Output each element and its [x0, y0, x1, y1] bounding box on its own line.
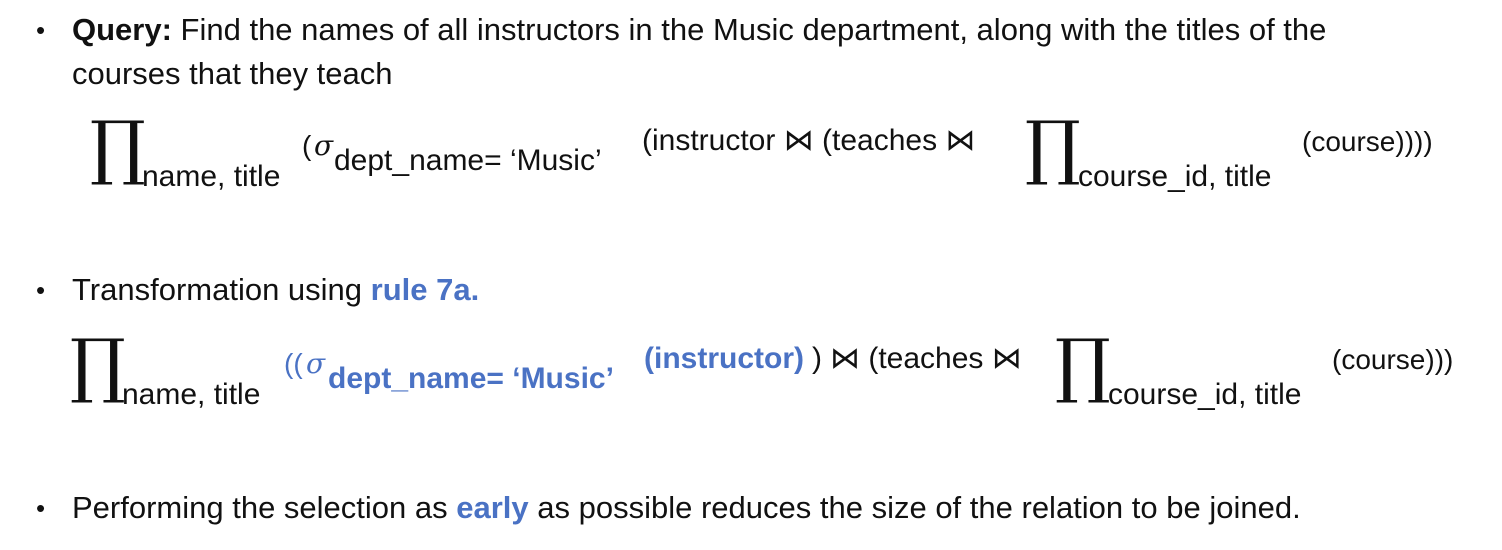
projection-attrs-2: course_id, title: [1078, 160, 1272, 193]
projection-symbol: ∏: [70, 324, 126, 406]
selection-condition: dept_name= ‘Music’: [328, 362, 614, 395]
selection-condition: dept_name= ‘Music’: [334, 144, 602, 177]
rule-reference: rule 7a.: [370, 272, 480, 307]
perf-suffix: as possible reduces the size of the rela…: [528, 490, 1301, 525]
perf-prefix: Performing the selection as: [72, 490, 457, 525]
transform-prefix: Transformation using: [72, 272, 371, 307]
transform-line: Transformation using rule 7a.: [72, 272, 479, 308]
bullet-1: •: [36, 15, 46, 45]
projection-attrs: name, title: [142, 160, 281, 193]
bullet-3: •: [36, 493, 46, 523]
bullet-2: •: [36, 275, 46, 305]
projection-attrs-2: course_id, title: [1108, 378, 1302, 411]
early-highlight: early: [456, 490, 529, 525]
selection-argument: (instructor): [644, 342, 804, 375]
query-line-1: Query: Find the names of all instructors…: [72, 12, 1326, 48]
open-parens: ((: [284, 348, 303, 379]
open-paren: (: [302, 130, 312, 161]
projection-attrs: name, title: [122, 378, 261, 411]
projection-symbol-2: ∏: [1055, 324, 1111, 406]
projection-symbol-2: ∏: [1025, 106, 1081, 188]
sigma-symbol: σ: [306, 347, 326, 380]
course-tail: (course)))): [1302, 126, 1433, 157]
query-text-2: courses that they teach: [72, 56, 393, 91]
query-text: Find the names of all instructors in the…: [171, 12, 1327, 47]
join-body: (instructor ⋈ (teaches ⋈: [642, 124, 976, 157]
query-label: Query:: [72, 12, 172, 47]
performance-line: Performing the selection as early as pos…: [72, 490, 1301, 526]
sigma-symbol: σ: [314, 129, 334, 162]
join-body: ⋈ (teaches ⋈: [830, 342, 1022, 375]
course-tail: (course))): [1332, 344, 1454, 375]
query-line-2: courses that they teach: [72, 56, 393, 92]
close-paren: ): [812, 342, 822, 375]
expression-transformed: ∏ name, title (( σ dept_name= ‘Music’ (i…: [70, 328, 1490, 418]
expression-original: ∏ name, title ( σ dept_name= ‘Music’ (in…: [90, 110, 1490, 200]
projection-symbol: ∏: [90, 106, 146, 188]
